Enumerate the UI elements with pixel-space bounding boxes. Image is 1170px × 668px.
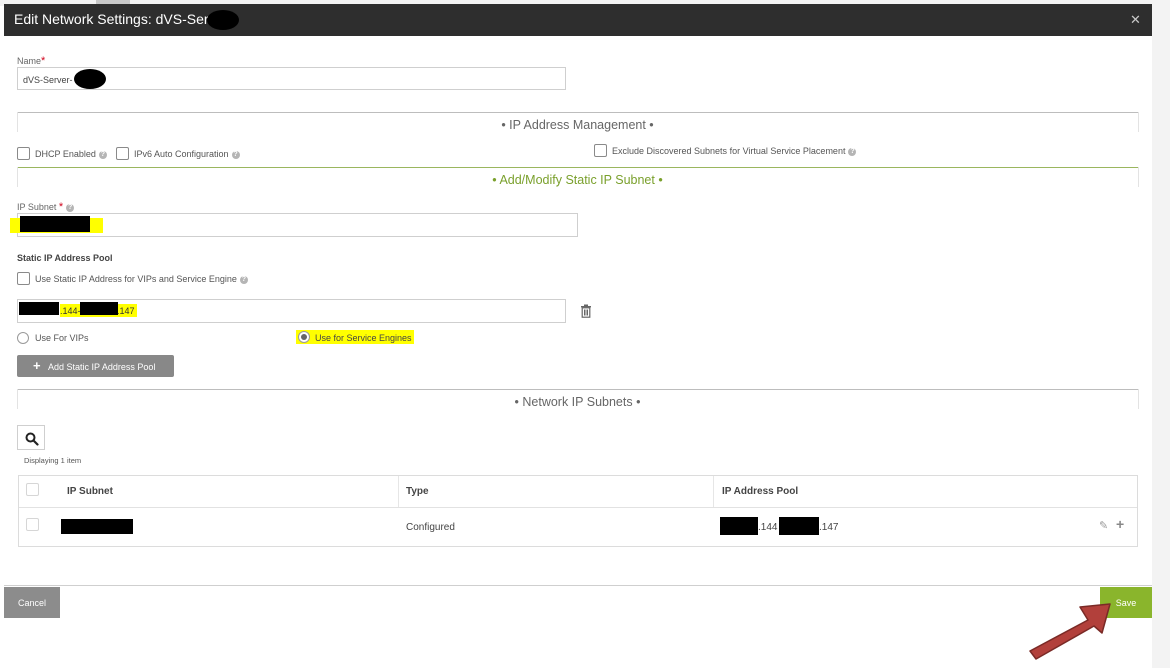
redaction-mark [720,517,758,535]
radio-selected-dot [301,334,307,340]
use-static-ip-label: Use Static IP Address for VIPs and Servi… [35,274,248,284]
name-input-value: dVS-Server- [23,75,73,85]
table-row [19,508,1137,546]
use-for-vips-label: Use For VIPs [35,333,89,343]
exclude-subnets-label: Exclude Discovered Subnets for Virtual S… [612,146,857,156]
column-separator [398,476,399,507]
add-row-icon[interactable]: + [1116,516,1124,532]
ip-management-header: • IP Address Management • [501,118,654,132]
required-marker: * [41,55,46,67]
row-pool-end: .147 [819,522,839,533]
plus-icon: + [33,358,41,373]
redaction-mark [61,519,133,534]
column-header-ip-address-pool[interactable]: IP Address Pool [722,486,798,497]
help-icon[interactable]: ? [98,150,107,159]
search-button[interactable] [17,425,45,450]
redaction-mark [779,517,819,535]
cancel-button[interactable]: Cancel [4,587,60,618]
cancel-label: Cancel [17,598,46,608]
section-divider [17,112,1138,113]
redaction-mark [207,10,239,30]
static-pool-heading: Static IP Address Pool [17,253,113,263]
section-divider [17,167,1138,168]
edit-icon[interactable]: ✎ [1099,519,1108,532]
row-type: Configured [406,522,455,533]
search-icon [25,432,39,446]
ip-subnet-label: IP Subnet *? [17,201,75,213]
help-icon[interactable]: ? [231,150,240,159]
use-for-service-engines-label: Use for Service Engines [315,333,412,343]
network-subnets-header: • Network IP Subnets • [514,395,641,409]
select-all-checkbox[interactable] [26,483,39,496]
section-divider [17,389,1138,390]
section-side-line [1138,389,1139,409]
use-static-ip-checkbox[interactable] [17,272,30,285]
use-for-vips-radio[interactable] [17,332,29,344]
add-static-pool-label: Add Static IP Address Pool [48,362,156,372]
column-header-ip-subnet[interactable]: IP Subnet [67,486,113,497]
dhcp-checkbox[interactable] [17,147,30,160]
dialog-title: Edit Network Settings: dVS-Server- [14,11,233,27]
section-side-line [1138,167,1139,187]
help-icon[interactable]: ? [239,275,248,284]
section-side-line [1138,112,1139,132]
ipv6-checkbox[interactable] [116,147,129,160]
redaction-mark [20,216,90,232]
background-scroll-area [1152,0,1170,668]
annotation-arrow-icon [1029,603,1111,660]
column-separator [713,476,714,507]
redaction-mark [19,302,59,315]
static-pool-value-start: .144- [60,306,81,316]
name-input[interactable]: dVS-Server- [17,67,566,90]
trash-icon[interactable] [580,304,592,318]
required-marker: * [58,201,64,213]
redaction-mark [80,302,118,315]
help-icon[interactable]: ? [848,147,857,156]
row-pool-start: .144 [758,522,778,533]
static-pool-value-end: .147 [117,306,135,316]
displaying-count: Displaying 1 item [24,456,82,465]
use-for-service-engines-radio[interactable] [298,331,310,343]
static-subnet-header: • Add/Modify Static IP Subnet • [492,173,663,187]
help-icon[interactable]: ? [66,203,75,212]
name-label: Name* [17,55,46,67]
dhcp-label: DHCP Enabled? [35,149,107,159]
column-header-type[interactable]: Type [406,486,429,497]
add-static-pool-button[interactable]: + Add Static IP Address Pool [17,355,174,377]
exclude-subnets-checkbox[interactable] [594,144,607,157]
redaction-mark [74,69,106,89]
close-icon[interactable]: ✕ [1130,12,1141,28]
footer-divider [4,585,1152,586]
row-select-checkbox[interactable] [26,518,39,531]
ipv6-label: IPv6 Auto Configuration? [134,149,240,159]
